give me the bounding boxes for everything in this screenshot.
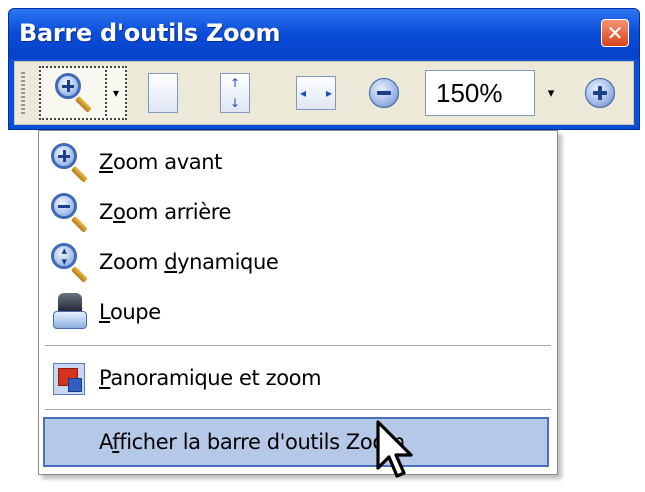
- fit-width-icon: ◂ ▸: [296, 76, 336, 110]
- zoom-level-dropdown[interactable]: ▾: [537, 70, 565, 116]
- menu-item-label: Afficher la barre d'outils Zoom: [99, 430, 405, 454]
- zoom-level-input[interactable]: 150%: [425, 70, 535, 116]
- zoom-in-button[interactable]: [581, 74, 619, 112]
- toolbar-grip[interactable]: [21, 72, 25, 114]
- single-page-button[interactable]: [143, 70, 183, 116]
- menu-item-label: Panoramique et zoom: [99, 366, 322, 390]
- menu-item-show-zoom-toolbar[interactable]: Afficher la barre d'outils Zoom: [43, 417, 549, 467]
- zoom-in-magnifier-icon: [53, 71, 93, 115]
- single-page-icon: [148, 73, 178, 113]
- zoom-tool-split-button[interactable]: ▾: [39, 66, 127, 120]
- zoom-toolbar: ▾ ↑ ↓ ◂ ▸ 150% ▾: [14, 61, 634, 125]
- zoom-out-icon: [49, 191, 93, 235]
- chevron-down-icon: ▾: [112, 86, 120, 100]
- zoom-toolbar-window: Barre d'outils Zoom ✕ ▾ ↑ ↓ ◂ ▸ 150% ▾: [8, 8, 640, 130]
- menu-item-label: Zoom dynamique: [99, 250, 279, 274]
- window-title: Barre d'outils Zoom: [19, 19, 281, 47]
- mouse-pointer-icon: [376, 420, 413, 478]
- zoom-tool-button[interactable]: [43, 70, 103, 116]
- fit-height-button[interactable]: ↑ ↓: [215, 70, 255, 116]
- close-icon: ✕: [606, 21, 624, 45]
- menu-separator: [45, 409, 551, 410]
- zoom-in-circle-icon: [585, 78, 615, 108]
- menu-item-zoom-in[interactable]: Zoom avant: [43, 137, 553, 187]
- fit-height-icon: ↑ ↓: [220, 73, 250, 113]
- menu-item-loupe[interactable]: Loupe: [43, 287, 553, 337]
- title-bar[interactable]: Barre d'outils Zoom ✕: [9, 9, 639, 59]
- close-button[interactable]: ✕: [601, 19, 629, 47]
- zoom-out-circle-icon: [369, 78, 399, 108]
- menu-item-label: Zoom avant: [99, 150, 222, 174]
- menu-item-dynamic-zoom[interactable]: ▴ ▾ Zoom dynamique: [43, 237, 553, 287]
- chevron-down-icon: ▾: [547, 85, 555, 101]
- pan-zoom-icon: [49, 357, 93, 401]
- zoom-tool-dropdown-menu: Zoom avant Zoom arrière ▴ ▾ Zoom dynamiqu…: [38, 130, 558, 475]
- menu-item-pan-and-zoom[interactable]: Panoramique et zoom: [43, 353, 553, 403]
- menu-separator: [45, 345, 551, 346]
- zoom-out-button[interactable]: [365, 74, 403, 112]
- menu-item-zoom-out[interactable]: Zoom arrière: [43, 187, 553, 237]
- loupe-icon: [49, 291, 93, 335]
- zoom-in-icon: [49, 141, 93, 185]
- zoom-tool-dropdown-arrow[interactable]: ▾: [105, 70, 125, 116]
- dynamic-zoom-icon: ▴ ▾: [49, 241, 93, 285]
- menu-item-label: Loupe: [99, 300, 161, 324]
- fit-width-button[interactable]: ◂ ▸: [293, 70, 339, 116]
- menu-item-label: Zoom arrière: [99, 200, 232, 224]
